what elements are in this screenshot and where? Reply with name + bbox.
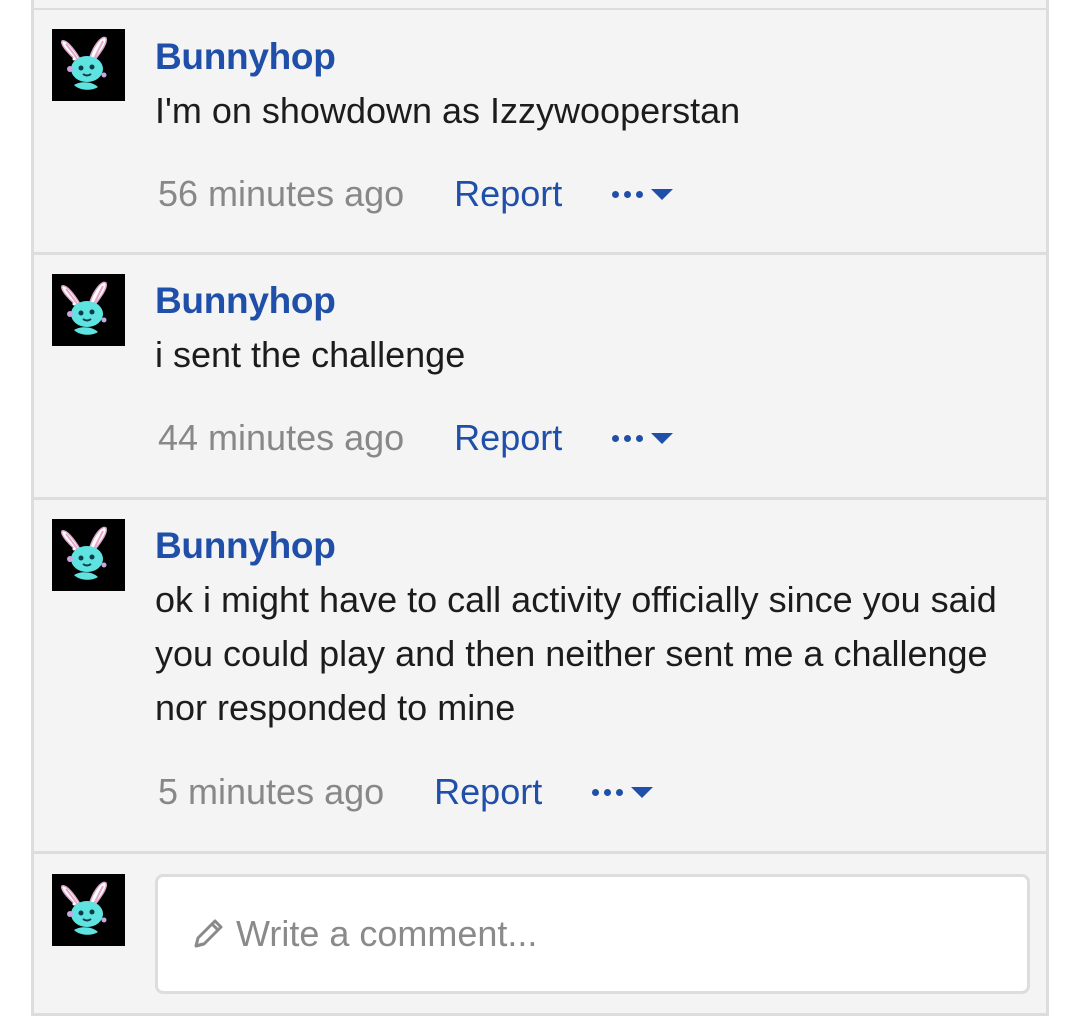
more-options-button[interactable] (612, 188, 674, 200)
comment-item: Bunnyhop ok i might have to call activit… (34, 500, 1046, 854)
more-options-icon (612, 190, 644, 198)
caret-down-icon (631, 786, 654, 798)
pencil-icon (194, 919, 223, 948)
comment-input-placeholder: Write a comment... (236, 913, 538, 954)
comment-meta: 5 minutes ago Report (158, 771, 654, 813)
comment-text: ok i might have to call activity officia… (155, 579, 997, 728)
current-user-avatar (52, 874, 125, 946)
comment-timestamp: 5 minutes ago (158, 771, 385, 812)
comment-meta: 44 minutes ago Report (158, 417, 674, 459)
comment-timestamp: 44 minutes ago (158, 417, 405, 458)
caret-down-icon (651, 432, 674, 444)
bunny-avatar-icon (52, 519, 125, 591)
report-link[interactable]: Report (454, 417, 562, 459)
caret-down-icon (651, 188, 674, 200)
comment-item: Bunnyhop I'm on showdown as Izzywooperst… (34, 10, 1046, 255)
comment-timestamp: 56 minutes ago (158, 173, 405, 214)
bunny-avatar-icon (52, 29, 125, 101)
comment-author[interactable]: Bunnyhop (155, 525, 336, 567)
report-link[interactable]: Report (454, 173, 562, 215)
comment-text: I'm on showdown as Izzywooperstan (155, 90, 741, 131)
comment-text: i sent the challenge (155, 334, 466, 375)
avatar[interactable] (52, 274, 125, 346)
bunny-avatar-icon (52, 274, 125, 346)
comment-author[interactable]: Bunnyhop (155, 36, 336, 78)
comment-input[interactable]: Write a comment... (155, 874, 1030, 994)
comment-item: Bunnyhop i sent the challenge 44 minutes… (34, 255, 1046, 500)
more-options-icon (612, 434, 644, 442)
avatar[interactable] (52, 29, 125, 101)
more-options-button[interactable] (612, 432, 674, 444)
more-options-icon (592, 788, 624, 796)
more-options-button[interactable] (592, 786, 654, 798)
comment-meta: 56 minutes ago Report (158, 173, 674, 215)
comment-thread: Bunnyhop I'm on showdown as Izzywooperst… (31, 0, 1049, 1016)
avatar[interactable] (52, 519, 125, 591)
bunny-avatar-icon (52, 874, 125, 946)
comment-author[interactable]: Bunnyhop (155, 280, 336, 322)
report-link[interactable]: Report (434, 771, 542, 813)
